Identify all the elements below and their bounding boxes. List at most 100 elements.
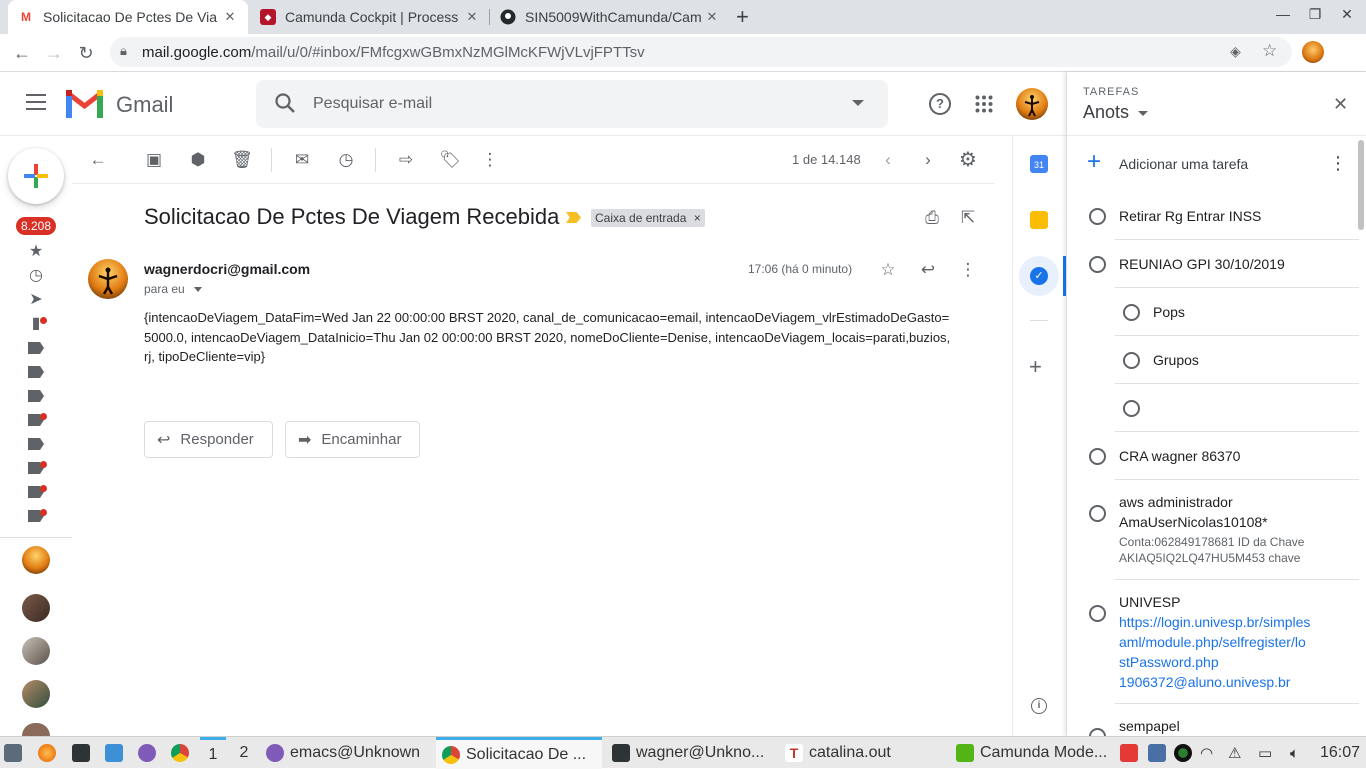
task-title[interactable]: sempapel xyxy=(1119,718,1180,734)
tasks-addon-active[interactable]: ✓ xyxy=(1019,256,1059,296)
add-task-plus-icon[interactable]: + xyxy=(1087,150,1101,174)
tasks-scrollbar[interactable] xyxy=(1358,140,1364,230)
close-icon[interactable]: ✕ xyxy=(222,9,238,25)
recipient-line[interactable]: para eu xyxy=(144,282,203,296)
subtask-complete-checkbox[interactable] xyxy=(1123,352,1140,369)
new-tab-button[interactable]: + xyxy=(736,4,749,30)
task-complete-checkbox[interactable] xyxy=(1089,448,1106,465)
restore-button[interactable]: ❐ xyxy=(1300,6,1330,23)
starred-icon[interactable]: ★ xyxy=(26,242,46,262)
calendar-icon[interactable]: 31 xyxy=(1030,155,1048,173)
taskbar-window-chrome[interactable]: Solicitacao De ... xyxy=(436,737,602,769)
delete-icon[interactable]: 🗑︎ xyxy=(230,148,254,172)
close-window-button[interactable]: ✕ xyxy=(1332,6,1362,23)
battery-icon[interactable]: ▭ xyxy=(1258,737,1280,769)
taskbar-clock[interactable]: 16:07 xyxy=(1320,737,1364,769)
older-chevron-icon[interactable]: › xyxy=(916,148,940,172)
important-marker-icon[interactable] xyxy=(566,212,581,223)
help-icon[interactable]: ? xyxy=(929,93,951,115)
wifi-icon[interactable]: ◠ xyxy=(1200,737,1222,769)
label-icon[interactable] xyxy=(28,342,44,354)
task-title[interactable]: REUNIAO GPI 30/10/2019 xyxy=(1119,256,1285,272)
task-complete-checkbox[interactable] xyxy=(1089,256,1106,273)
gmail-wordmark[interactable]: Gmail xyxy=(116,92,173,118)
task-title[interactable]: aws administrador xyxy=(1119,494,1233,510)
print-icon[interactable]: ⎙ xyxy=(920,206,944,230)
firefox-icon[interactable] xyxy=(38,737,60,769)
star-icon[interactable]: ☆ xyxy=(876,258,900,282)
label-icon[interactable] xyxy=(28,390,44,402)
task-title-line2[interactable]: AmaUserNicolas10108* xyxy=(1119,514,1268,530)
tray-app-icon[interactable] xyxy=(1120,737,1144,769)
contact-avatar[interactable] xyxy=(22,594,50,622)
back-arrow-icon[interactable]: ← xyxy=(10,41,34,65)
task-link[interactable]: https://login.univesp.br/simples xyxy=(1119,612,1310,632)
mark-unread-icon[interactable]: ✉ xyxy=(290,148,314,172)
terminal-icon[interactable] xyxy=(72,737,94,769)
info-icon[interactable]: i xyxy=(1031,698,1047,714)
snoozed-clock-icon[interactable]: ◷ xyxy=(26,266,46,286)
compose-button[interactable] xyxy=(8,148,64,204)
contact-avatar[interactable] xyxy=(22,637,50,665)
task-title[interactable]: UNIVESP xyxy=(1119,594,1180,610)
move-to-icon[interactable]: ⇨ xyxy=(394,148,418,172)
hangouts-avatar[interactable] xyxy=(22,546,50,574)
task-complete-checkbox[interactable] xyxy=(1089,728,1106,736)
forward-arrow-icon[interactable]: → xyxy=(42,41,66,65)
profile-avatar[interactable] xyxy=(1302,41,1324,63)
task-list-selector[interactable]: Anots xyxy=(1083,102,1149,123)
tasks-more-icon[interactable]: ⋮ xyxy=(1329,153,1347,174)
close-panel-icon[interactable]: ✕ xyxy=(1333,94,1348,115)
task-title[interactable]: Retirar Rg Entrar INSS xyxy=(1119,208,1261,224)
reload-icon[interactable]: ↻ xyxy=(74,41,98,65)
sent-icon[interactable]: ➤ xyxy=(26,290,46,310)
contact-avatar[interactable] xyxy=(22,723,50,736)
browser-tab-github[interactable]: SIN5009WithCamunda/Cam ✕ xyxy=(490,0,730,34)
forward-button[interactable]: ➡ Encaminhar xyxy=(285,421,420,458)
taskbar-window-emacs[interactable]: emacs@Unknown xyxy=(266,737,432,769)
labels-icon[interactable]: 🏷︎ xyxy=(438,148,462,172)
label-icon[interactable] xyxy=(28,366,44,378)
remove-label-icon[interactable]: × xyxy=(694,211,701,225)
sender-avatar[interactable] xyxy=(88,259,128,299)
snooze-icon[interactable]: ◷ xyxy=(334,148,358,172)
close-icon[interactable]: ✕ xyxy=(704,9,720,25)
message-more-icon[interactable]: ⋮ xyxy=(956,258,980,282)
label-icon[interactable] xyxy=(28,438,44,450)
task-link-line3[interactable]: stPassword.php xyxy=(1119,652,1219,672)
details-dropdown-icon[interactable] xyxy=(194,287,203,293)
tray-monitor-icon[interactable] xyxy=(1148,737,1172,769)
search-options-dropdown-icon[interactable] xyxy=(852,100,864,106)
sender-email[interactable]: wagnerdocri@gmail.com xyxy=(144,261,310,277)
search-input[interactable]: Pesquisar e-mail xyxy=(313,95,432,113)
gmail-logo-icon[interactable] xyxy=(66,90,103,123)
task-link-line2[interactable]: aml/module.php/selfregister/lo xyxy=(1119,632,1306,652)
task-complete-checkbox[interactable] xyxy=(1089,505,1106,522)
task-complete-checkbox[interactable] xyxy=(1089,605,1106,622)
report-spam-icon[interactable]: ⬢ xyxy=(186,148,210,172)
workspace-2[interactable]: 2 xyxy=(231,737,257,769)
browser-tab-camunda-cockpit[interactable]: ◆ Camunda Cockpit | Process ✕ xyxy=(250,0,490,34)
file-manager-icon[interactable] xyxy=(105,737,127,769)
get-addons-plus-icon[interactable]: + xyxy=(1029,354,1042,380)
volume-icon[interactable]: 🔈︎ xyxy=(1290,737,1312,769)
contact-avatar[interactable] xyxy=(22,680,50,708)
back-to-inbox-icon[interactable]: ← xyxy=(86,148,110,172)
subtask-title[interactable]: Pops xyxy=(1153,304,1185,320)
tray-record-icon[interactable] xyxy=(1174,737,1198,769)
address-bar[interactable]: 🔒︎ mail.google.com/mail/u/0/#inbox/FMfcg… xyxy=(110,37,1292,67)
bookmark-star-icon[interactable]: ☆ xyxy=(1262,41,1277,61)
reply-button[interactable]: ↩ Responder xyxy=(144,421,273,458)
task-title[interactable]: CRA wagner 86370 xyxy=(1119,448,1240,464)
task-link-line4[interactable]: 1906372@aluno.univesp.br xyxy=(1119,672,1290,692)
main-menu-icon[interactable] xyxy=(26,94,46,110)
close-icon[interactable]: ✕ xyxy=(464,9,480,25)
app-launcher-icon[interactable] xyxy=(4,737,28,769)
search-bar[interactable]: Pesquisar e-mail xyxy=(256,80,888,128)
browser-tab-gmail[interactable]: M Solicitacao De Pctes De Via ✕ xyxy=(8,0,248,34)
open-new-window-icon[interactable]: ⇱ xyxy=(956,206,980,230)
more-vert-icon[interactable]: ⋮ xyxy=(478,148,502,172)
minimize-button[interactable]: — xyxy=(1268,6,1298,22)
chrome-launcher-icon[interactable] xyxy=(171,737,193,769)
taskbar-window-catalina[interactable]: T catalina.out xyxy=(785,737,951,769)
